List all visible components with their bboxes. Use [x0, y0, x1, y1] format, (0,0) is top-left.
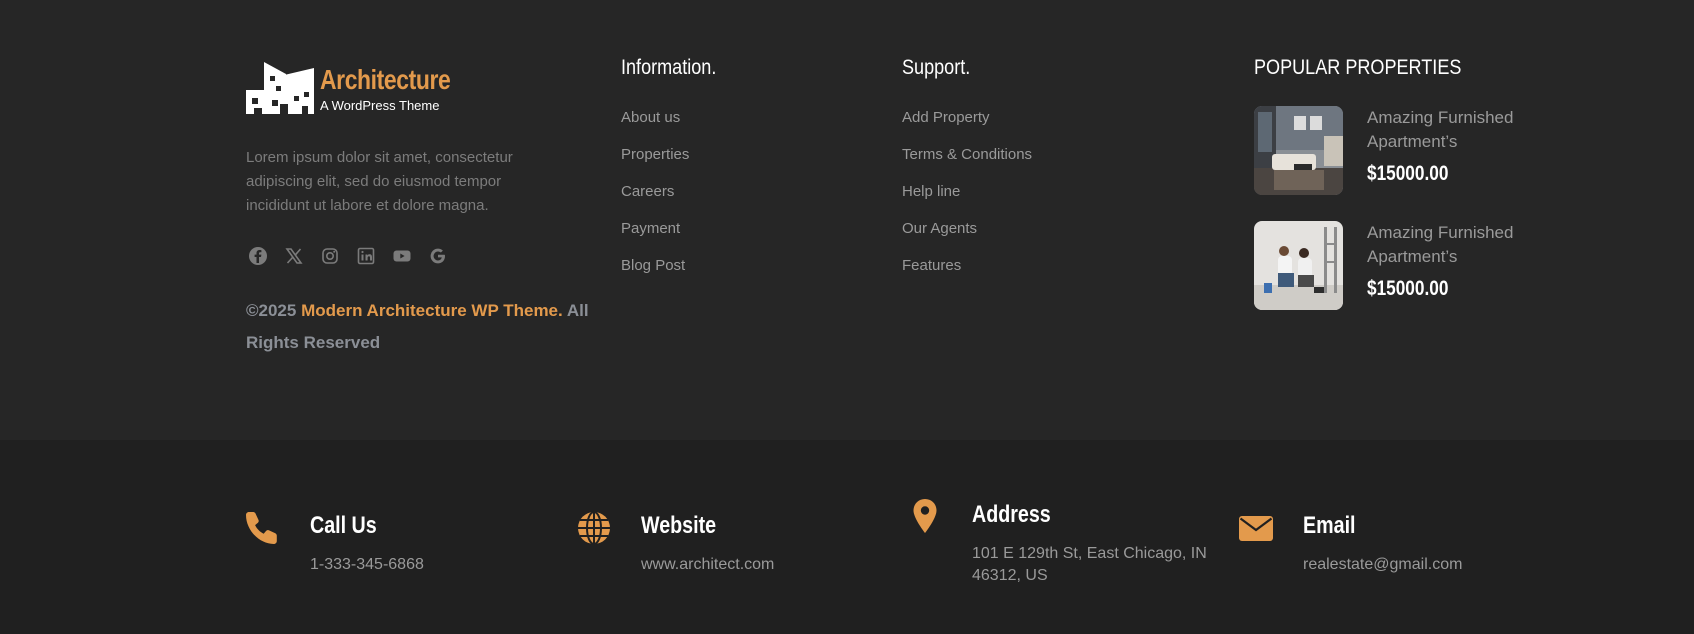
property-card[interactable]: Amazing Furnished Apartment’s $15000.00 [1254, 221, 1554, 311]
globe-icon [576, 510, 612, 546]
information-heading: Information. [621, 56, 717, 79]
support-heading: Support. [902, 56, 971, 79]
support-links: Add Property Terms & Conditions Help lin… [902, 108, 1032, 293]
link-careers[interactable]: Careers [621, 182, 689, 219]
social-links [248, 246, 448, 266]
map-pin-icon [907, 498, 943, 534]
footer-main: Architecture A WordPress Theme Lorem ips… [0, 0, 1694, 440]
email-link[interactable]: realestate@gmail.com [1303, 554, 1553, 576]
about-text: Lorem ipsum dolor sit amet, consectetur … [246, 149, 513, 214]
link-features[interactable]: Features [902, 256, 1032, 293]
google-icon[interactable] [428, 246, 448, 266]
logo-title: Architecture [320, 64, 451, 95]
property-price: $15000.00 [1367, 162, 1449, 185]
logo-subtitle: A WordPress Theme [320, 98, 440, 113]
phone-icon [244, 510, 280, 546]
website-link[interactable]: www.architect.com [641, 554, 891, 576]
contact-title-email: Email [1303, 512, 1356, 539]
contact-title-address: Address [972, 501, 1051, 528]
link-payment[interactable]: Payment [621, 219, 689, 256]
link-properties[interactable]: Properties [621, 145, 689, 182]
property-title[interactable]: Amazing Furnished Apartment’s [1367, 221, 1557, 269]
link-help-line[interactable]: Help line [902, 182, 1032, 219]
contact-title-website: Website [641, 512, 717, 539]
x-twitter-icon[interactable] [284, 246, 304, 266]
property-price: $15000.00 [1367, 277, 1449, 300]
living-room-photo[interactable] [1254, 106, 1343, 195]
couple-painting-photo[interactable] [1254, 221, 1343, 310]
phone-number[interactable]: 1-333-345-6868 [310, 554, 560, 576]
envelope-icon [1238, 510, 1274, 546]
property-title[interactable]: Amazing Furnished Apartment’s [1367, 106, 1557, 154]
copyright-brand-link[interactable]: Modern Architecture WP Theme. [301, 301, 563, 320]
linkedin-icon[interactable] [356, 246, 376, 266]
link-blog-post[interactable]: Blog Post [621, 256, 689, 293]
copyright-year: ©2025 [246, 301, 302, 320]
instagram-icon[interactable] [320, 246, 340, 266]
building-logo-icon [246, 62, 314, 114]
contact-title-call: Call Us [310, 512, 377, 539]
property-card[interactable]: Amazing Furnished Apartment’s $15000.00 [1254, 106, 1554, 196]
link-terms-conditions[interactable]: Terms & Conditions [902, 145, 1032, 182]
copyright: ©2025 Modern Architecture WP Theme. All … [246, 295, 606, 359]
contact-strip: Call Us 1-333-345-6868 Website www.archi… [0, 440, 1694, 634]
address-text: 101 E 129th St, East Chicago, IN 46312, … [972, 545, 1207, 584]
link-about-us[interactable]: About us [621, 108, 689, 145]
youtube-icon[interactable] [392, 246, 412, 266]
site-logo[interactable]: Architecture A WordPress Theme [246, 62, 479, 114]
link-our-agents[interactable]: Our Agents [902, 219, 1032, 256]
facebook-icon[interactable] [248, 246, 268, 266]
popular-properties-heading: POPULAR PROPERTIES [1254, 56, 1462, 79]
information-links: About us Properties Careers Payment Blog… [621, 108, 689, 293]
link-add-property[interactable]: Add Property [902, 108, 1032, 145]
